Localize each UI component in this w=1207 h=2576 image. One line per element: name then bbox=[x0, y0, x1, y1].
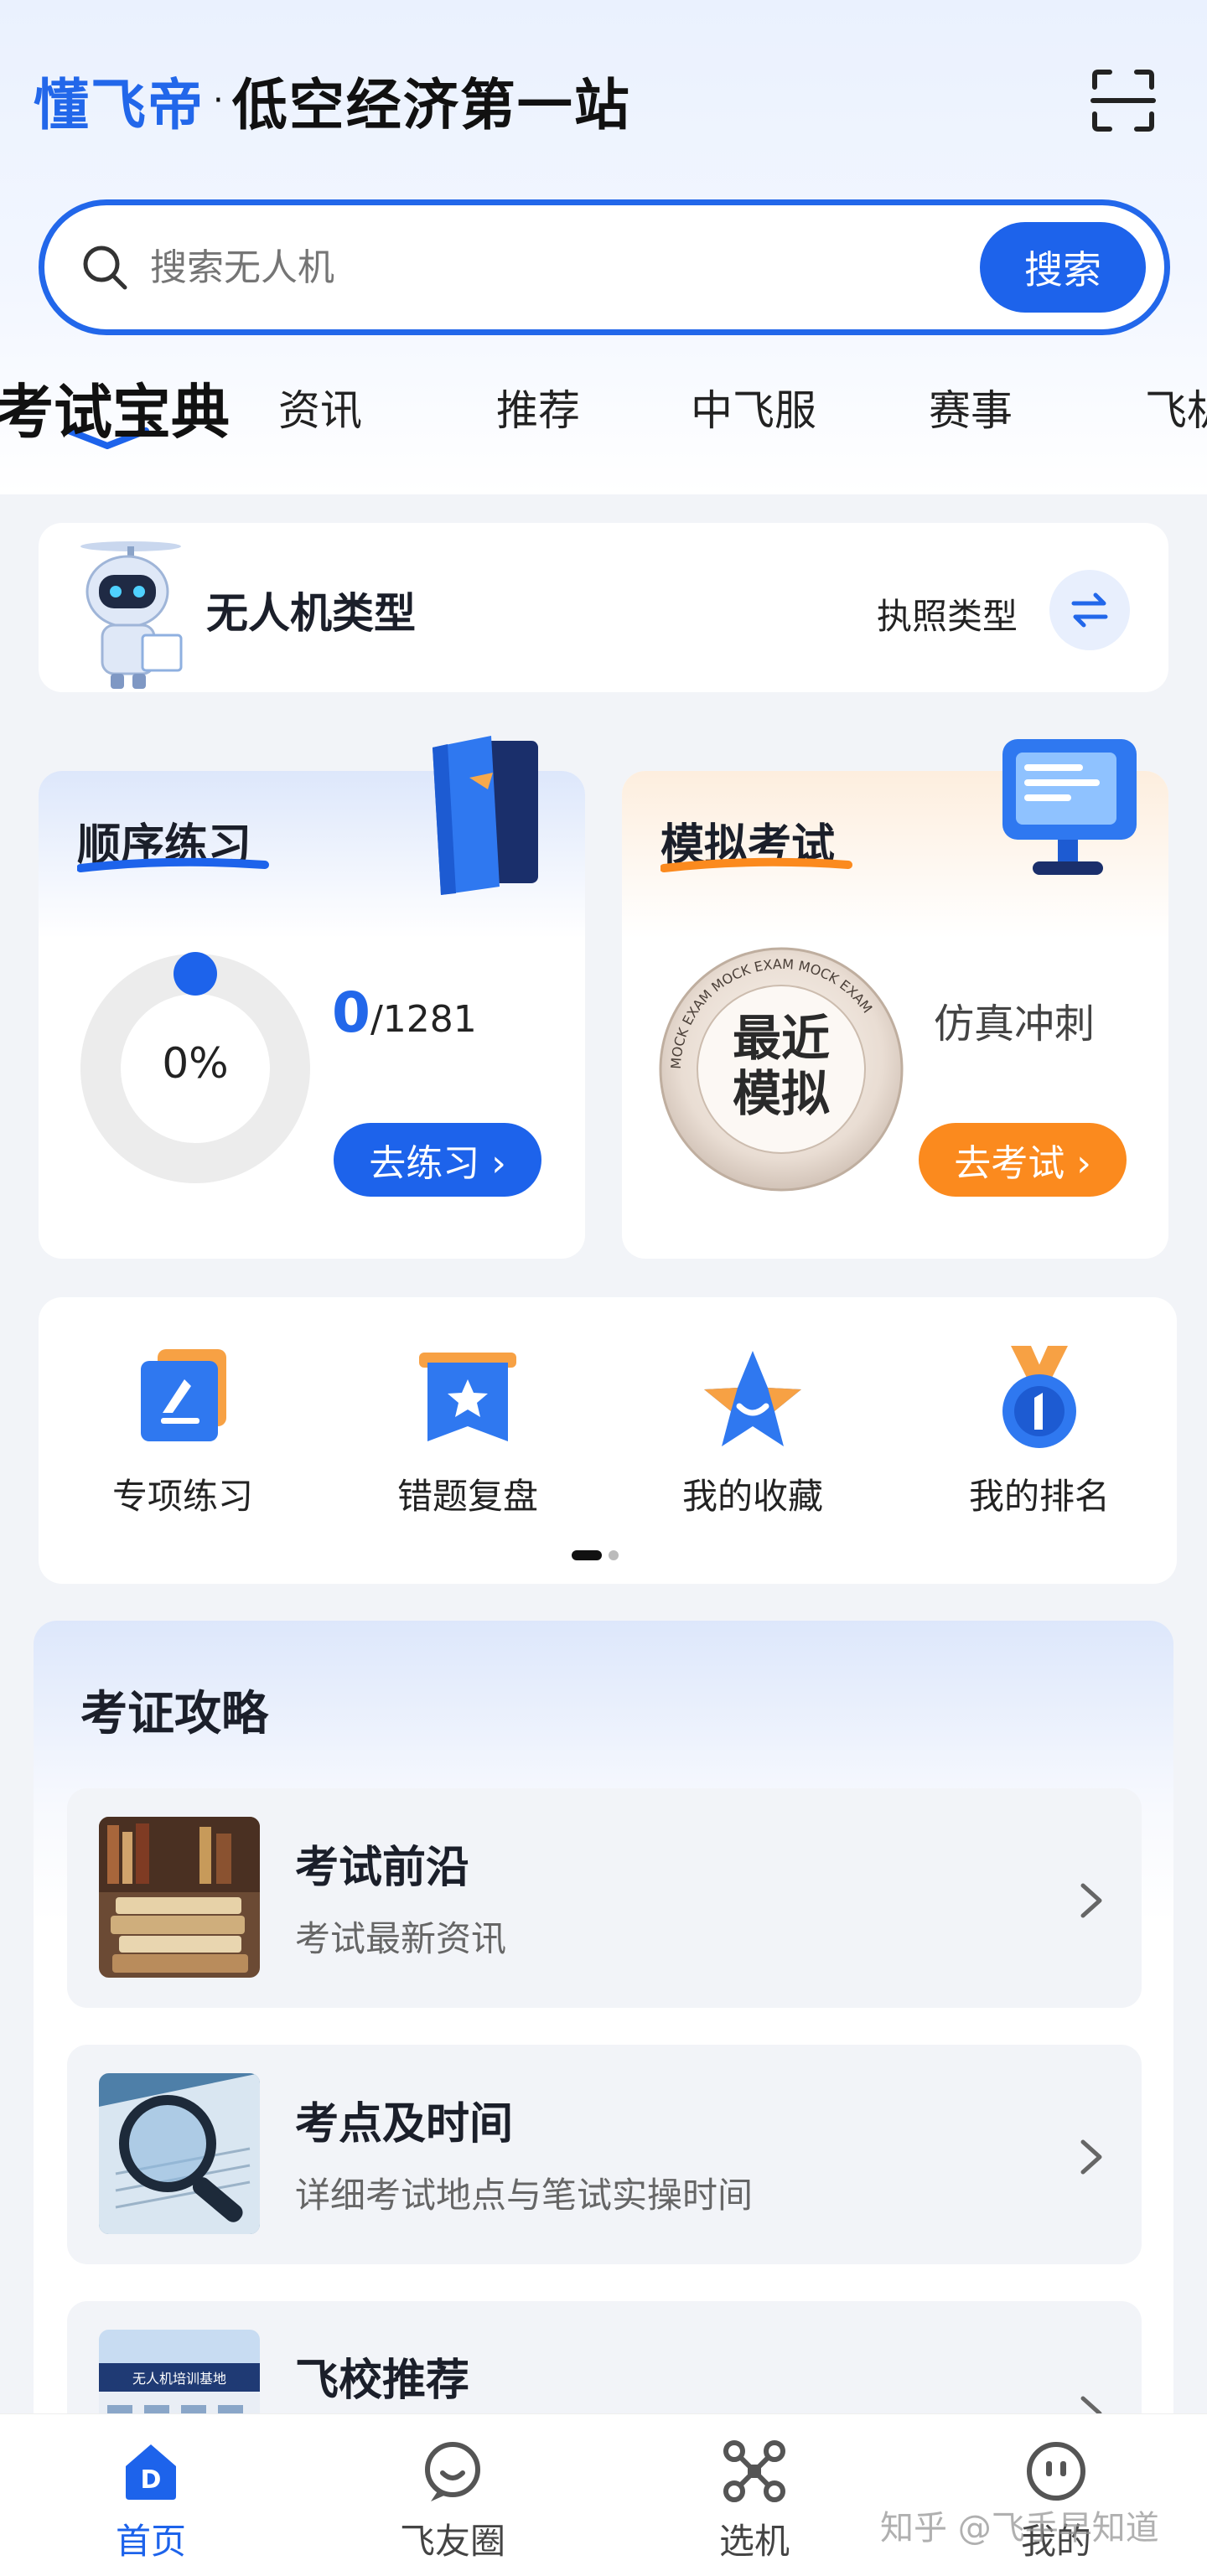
mock-exam-card[interactable]: 模拟考试 MOCK EXAM MOCK EXAM MOCK EXAM 最近 模拟… bbox=[622, 739, 1168, 1259]
question-count: 0/1281 bbox=[332, 980, 477, 1045]
school-sign-text: 无人机培训基地 bbox=[132, 2371, 226, 2387]
title-underline-icon bbox=[77, 857, 269, 872]
chevron-right-icon bbox=[1080, 2139, 1102, 2175]
page-indicator bbox=[572, 1550, 619, 1560]
tab-zhongfeifu[interactable]: 中飞服 bbox=[691, 377, 816, 437]
profile-icon bbox=[1027, 2442, 1085, 2501]
star-icon bbox=[704, 1351, 801, 1446]
quick-action-label: 我的收藏 bbox=[681, 1476, 823, 1517]
magnifier-thumb-image bbox=[99, 2073, 260, 2234]
tab-news[interactable]: 资讯 bbox=[278, 377, 362, 437]
go-practice-button[interactable]: 去练习 › bbox=[334, 1123, 541, 1197]
guide-title: 考证攻略 bbox=[80, 1687, 268, 1741]
search-input[interactable] bbox=[150, 246, 938, 289]
quick-action-label: 我的排名 bbox=[968, 1476, 1110, 1517]
progress-knob bbox=[174, 952, 217, 996]
search-icon bbox=[83, 246, 127, 290]
seal-line-2: 模拟 bbox=[732, 1065, 830, 1122]
guide-item-title: 飞校推荐 bbox=[295, 2356, 470, 2406]
guide-item-title: 考点及时间 bbox=[295, 2099, 514, 2149]
guide-item-exam-location-time[interactable]: 考点及时间 详细考试地点与笔试实操时间 bbox=[67, 2045, 1142, 2264]
quick-action-wrong-review[interactable]: 错题复盘 bbox=[359, 1342, 577, 1519]
guide-item-subtitle: 考试最新资讯 bbox=[295, 1918, 507, 1959]
swap-icon bbox=[1071, 592, 1108, 628]
brand-slogan: 低空经济第一站 bbox=[231, 73, 631, 137]
chat-icon bbox=[425, 2442, 480, 2501]
brand-separator: · bbox=[213, 81, 224, 120]
title-underline-icon bbox=[660, 857, 852, 872]
tab-recommend[interactable]: 推荐 bbox=[496, 377, 580, 437]
guide-item-subtitle: 详细考试地点与笔试实操时间 bbox=[295, 2175, 754, 2216]
sequential-practice-card[interactable]: 顺序练习 0% 0/1281 去练习 › bbox=[39, 736, 585, 1259]
swap-button[interactable] bbox=[1049, 570, 1130, 650]
search-button[interactable]: 搜索 bbox=[980, 222, 1146, 313]
nav-label: 首页 bbox=[115, 2521, 186, 2562]
quick-action-favorites[interactable]: 我的收藏 bbox=[644, 1342, 862, 1519]
go-exam-button[interactable]: 去考试 › bbox=[919, 1123, 1127, 1197]
simulation-label: 仿真冲刺 bbox=[934, 1001, 1096, 1047]
magnifier-thumb bbox=[99, 2073, 260, 2234]
chevron-right-icon bbox=[1080, 1883, 1102, 1918]
books-thumb bbox=[99, 1817, 260, 1978]
book-icon bbox=[433, 736, 538, 895]
nav-pilot-circle[interactable]: 飞友圈 bbox=[369, 2438, 536, 2564]
quick-actions-card: 专项练习 错题复盘 我的收藏 我的排名 bbox=[39, 1297, 1177, 1584]
quick-action-label: 错题复盘 bbox=[396, 1476, 538, 1517]
tab-aircraft[interactable]: 飞机 bbox=[1145, 377, 1207, 437]
progress-percent: 0% bbox=[162, 1039, 229, 1088]
quick-action-ranking[interactable]: 我的排名 bbox=[930, 1342, 1148, 1519]
search-bar: 搜索 bbox=[39, 199, 1170, 335]
quick-action-special-practice[interactable]: 专项练习 bbox=[74, 1342, 292, 1519]
exam-guide-section: 考证攻略 考试前沿 考试最新资讯 考点及时间 详细考试地点与笔试实操时间 无人机… bbox=[34, 1621, 1173, 2521]
seal-caption: 最近 模拟 bbox=[655, 1011, 907, 1121]
guide-item-exam-frontier[interactable]: 考试前沿 考试最新资讯 bbox=[67, 1788, 1142, 2008]
license-type-label[interactable]: 执照类型 bbox=[877, 588, 1018, 639]
monitor-icon bbox=[1002, 739, 1137, 875]
medal-icon bbox=[1002, 1346, 1076, 1448]
tab-events[interactable]: 赛事 bbox=[929, 377, 1013, 437]
brand-name: 懂飞帝 bbox=[34, 73, 205, 137]
bottom-navigation: D 首页 飞友圈 选机 我的 bbox=[0, 2413, 1207, 2576]
app-header: 懂飞帝 · 低空经济第一站 bbox=[34, 59, 631, 142]
quick-action-label: 专项练习 bbox=[111, 1476, 253, 1517]
star-bookmark-icon bbox=[419, 1353, 516, 1441]
drone-type-card[interactable]: 无人机类型 执照类型 bbox=[39, 523, 1168, 692]
home-icon: D bbox=[126, 2444, 176, 2500]
guide-item-title: 考试前沿 bbox=[295, 1843, 470, 1893]
svg-text:D: D bbox=[141, 2465, 162, 2495]
seal-line-1: 最近 bbox=[732, 1010, 830, 1067]
watermark-text: 知乎 @飞手早知道 bbox=[880, 2509, 1159, 2548]
nav-label: 飞友圈 bbox=[399, 2521, 505, 2562]
pen-doc-icon bbox=[141, 1349, 226, 1441]
drone-type-title: 无人机类型 bbox=[206, 589, 416, 638]
nav-choose-drone[interactable]: 选机 bbox=[671, 2438, 838, 2564]
books-thumb-image bbox=[99, 1817, 260, 1978]
robot-mascot-icon bbox=[80, 541, 183, 689]
tab-exam-guide[interactable]: 考试宝典 bbox=[0, 365, 230, 450]
page-dot bbox=[609, 1550, 619, 1560]
questions-done: 0 bbox=[332, 980, 370, 1045]
nav-label: 选机 bbox=[718, 2521, 790, 2562]
category-tabs: 考试宝典 资讯 推荐 中飞服 赛事 飞机 bbox=[0, 360, 1207, 453]
scan-icon[interactable] bbox=[1090, 67, 1157, 134]
nav-home[interactable]: D 首页 bbox=[67, 2438, 235, 2564]
page-dot-active bbox=[572, 1550, 602, 1560]
drone-icon bbox=[723, 2440, 785, 2502]
questions-total: /1281 bbox=[370, 998, 477, 1041]
